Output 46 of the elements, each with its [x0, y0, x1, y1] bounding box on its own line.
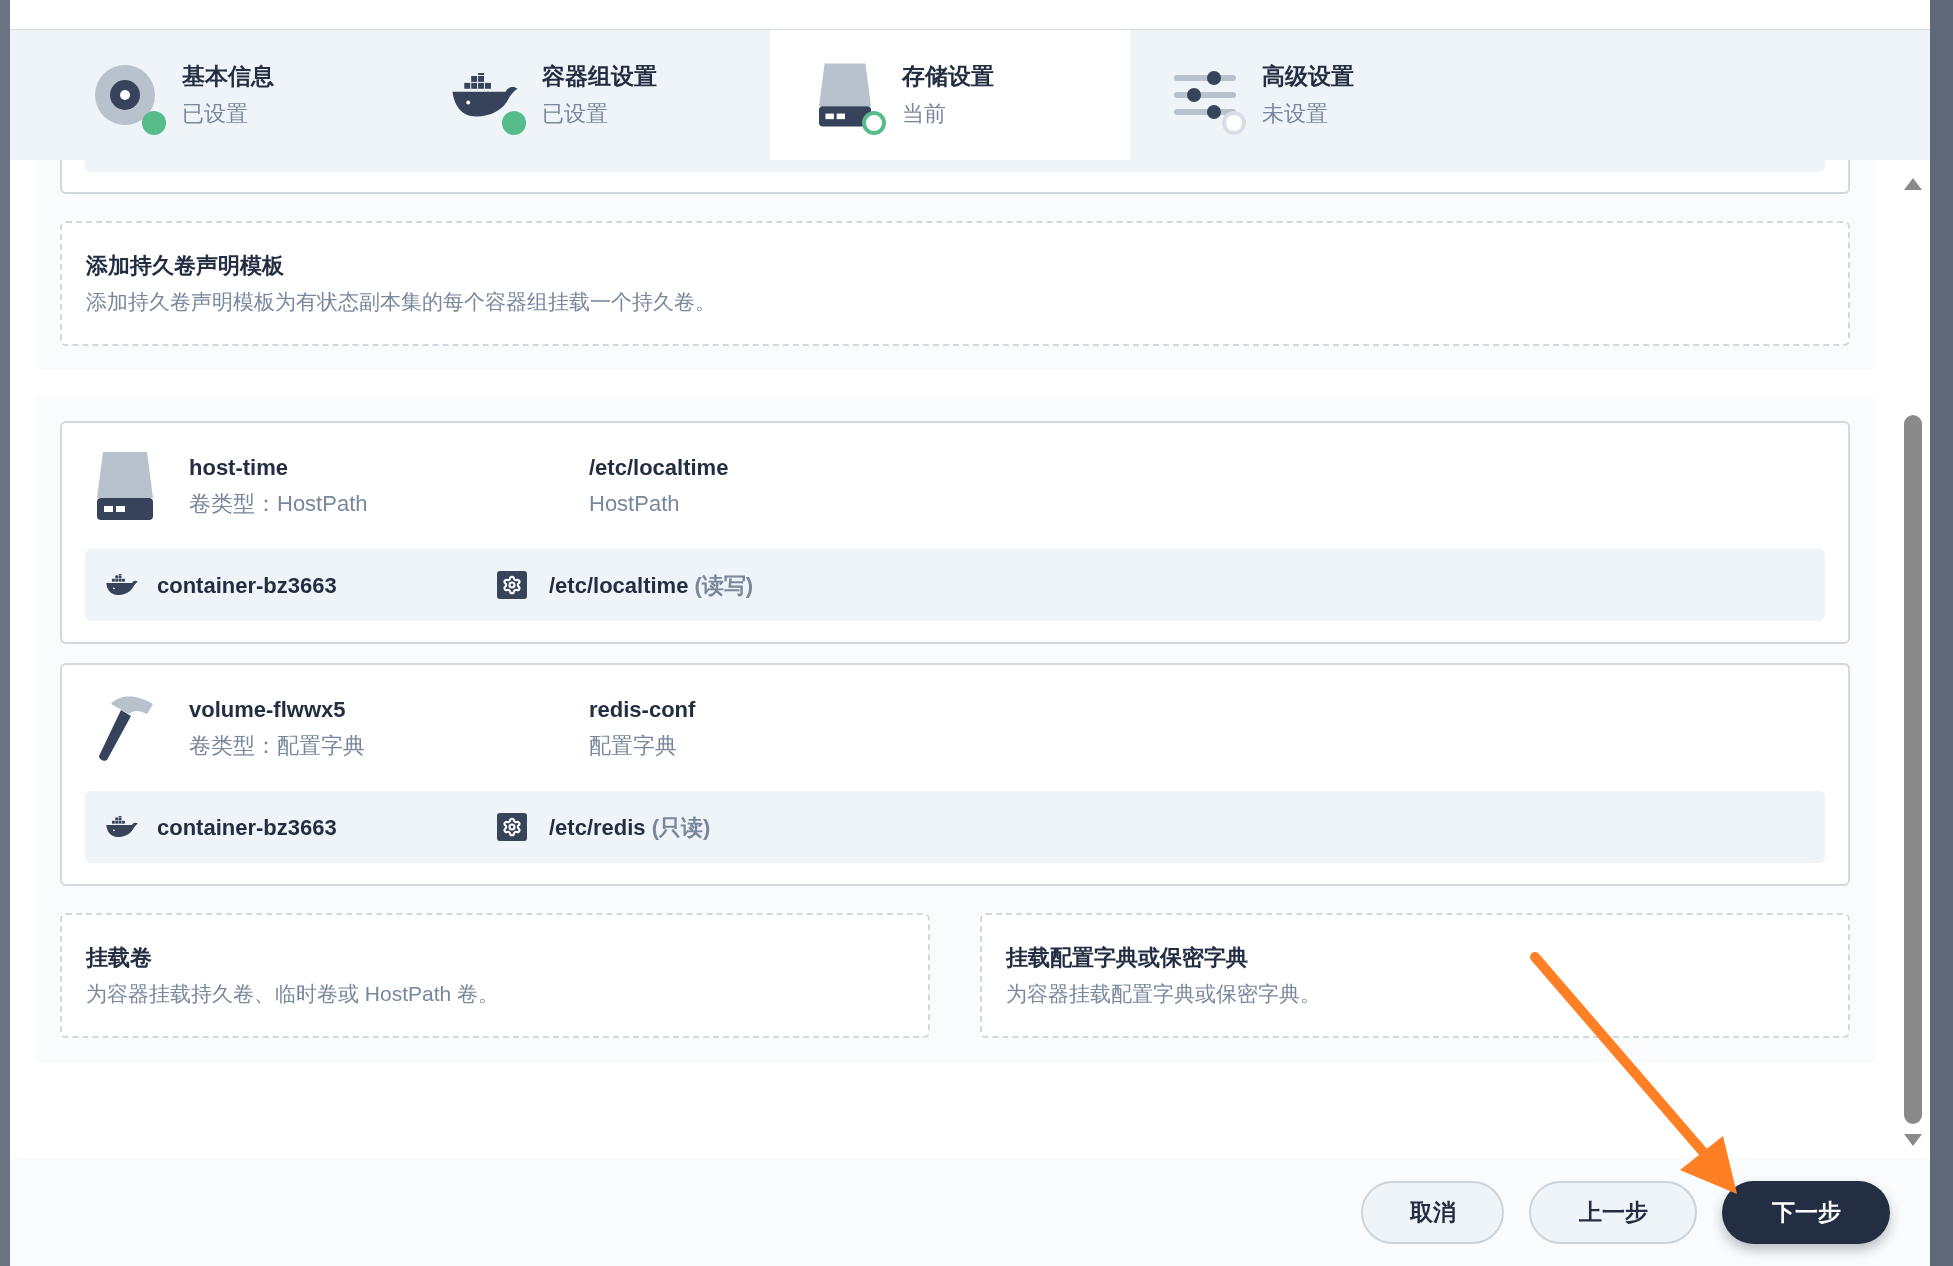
volume-name: volume-flwwx5 [189, 696, 347, 724]
option-title: 挂载配置字典或保密字典 [1006, 943, 1249, 972]
mount-path: /etc/localtime (读写) [549, 571, 754, 600]
volume-name: host-time [189, 454, 289, 482]
step-title: 容器组设置 [542, 62, 657, 91]
footer-button[interactable]: 上一步 [1529, 1180, 1697, 1244]
source-type: HostPath [589, 490, 681, 518]
container-icon [105, 816, 139, 838]
mount-icon [497, 571, 527, 599]
add-option-box[interactable]: 挂载卷 为容器挂载持久卷、临时卷或 HostPath 卷。 [60, 913, 930, 1038]
scroll-up-icon[interactable] [1903, 178, 1922, 190]
option-description: 添加持久卷声明模板为有状态副本集的每个容器组挂载一个持久卷。 [86, 288, 717, 315]
option-title: 挂载卷 [86, 943, 153, 972]
step-status: 已设置 [182, 100, 249, 128]
scroll-down-icon[interactable] [1903, 1134, 1922, 1146]
step-status: 当前 [902, 100, 947, 128]
step-status: 未设置 [1262, 100, 1329, 128]
sliders-icon [1174, 69, 1236, 121]
hammer-icon [97, 694, 153, 762]
volume-type: 卷类型：配置字典 [189, 732, 366, 760]
step-tab[interactable]: 存储设置 当前 [770, 30, 1130, 160]
step-title: 高级设置 [1262, 62, 1354, 91]
add-option-box[interactable]: 添加持久卷声明模板 添加持久卷声明模板为有状态副本集的每个容器组挂载一个持久卷。 [60, 221, 1850, 346]
drive-icon [819, 63, 871, 127]
option-description: 为容器挂载持久卷、临时卷或 HostPath 卷。 [86, 980, 501, 1007]
volume-type: 卷类型：HostPath [189, 490, 369, 518]
drive-icon [97, 452, 153, 520]
mount-icon [497, 813, 527, 841]
add-option-box[interactable]: 挂载配置字典或保密字典 为容器挂载配置字典或保密字典。 [980, 913, 1850, 1038]
whale-icon [450, 73, 520, 117]
footer-button[interactable]: 取消 [1361, 1180, 1504, 1244]
footer-button[interactable]: 下一步 [1722, 1180, 1890, 1244]
source-type: 配置字典 [589, 732, 678, 760]
volume-source: /etc/localtime [589, 454, 729, 482]
mount-path: /etc/redis (只读) [549, 813, 711, 842]
container-name: container-bz3663 [157, 571, 338, 600]
scrollbar-thumb[interactable] [1903, 415, 1922, 1124]
step-status: 已设置 [542, 100, 609, 128]
volume-source: redis-conf [589, 696, 696, 724]
step-title: 存储设置 [902, 62, 994, 91]
disc-icon [95, 65, 155, 125]
option-title: 添加持久卷声明模板 [86, 251, 285, 280]
option-description: 为容器挂载配置字典或保密字典。 [1006, 980, 1322, 1007]
container-icon [105, 574, 139, 596]
step-title: 基本信息 [182, 62, 274, 91]
container-name: container-bz3663 [157, 813, 338, 842]
